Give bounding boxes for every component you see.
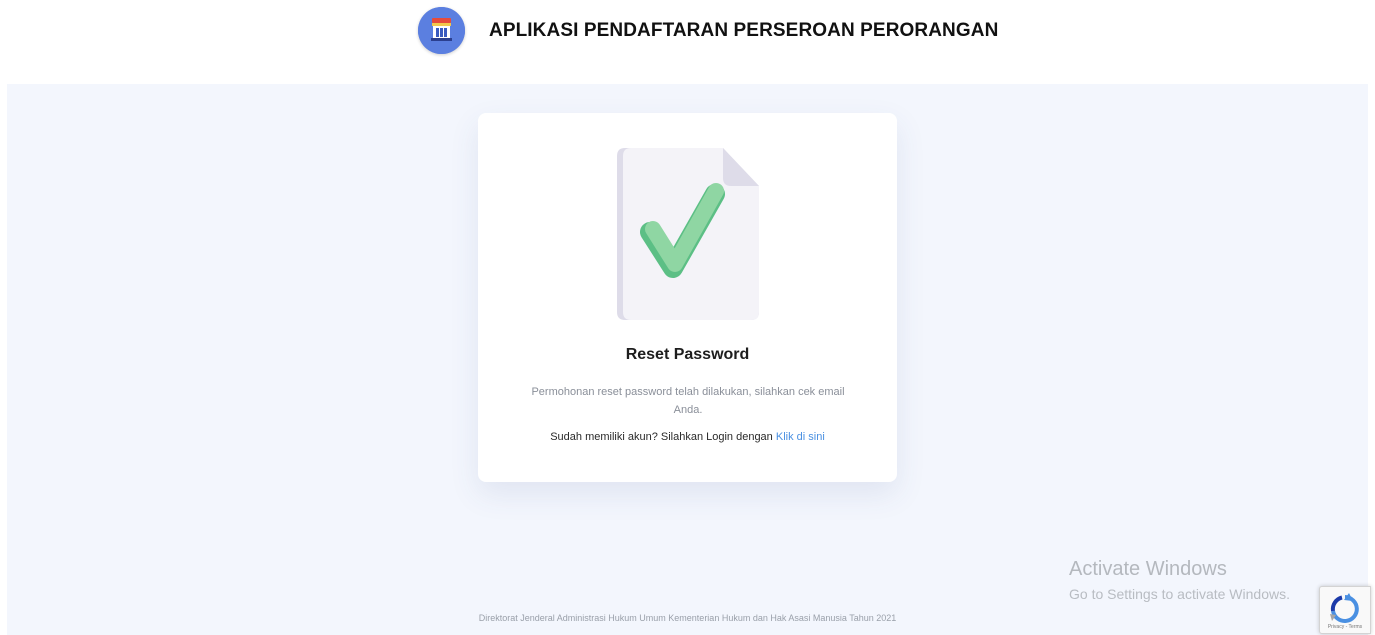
windows-activation-title: Activate Windows bbox=[1069, 558, 1227, 580]
login-prompt-text: Sudah memiliki akun? Silahkan Login deng… bbox=[550, 431, 773, 443]
top-bar: APLIKASI PENDAFTARAN PERSEROAN PERORANGA… bbox=[0, 0, 1375, 84]
app-logo bbox=[418, 7, 465, 54]
ministry-emblem-icon bbox=[418, 7, 465, 54]
page-title: Reset Password bbox=[625, 346, 750, 363]
recaptcha-icon bbox=[1330, 593, 1359, 623]
recaptcha-badge[interactable]: Privacy - Terms bbox=[1319, 586, 1371, 634]
status-message: Permohonan reset password telah dilakuka… bbox=[531, 386, 845, 416]
document-check-icon bbox=[615, 146, 761, 322]
login-link[interactable]: Klik di sini bbox=[776, 431, 825, 443]
recaptcha-terms: Privacy - Terms bbox=[1327, 624, 1363, 630]
login-prompt-line: Sudah memiliki akun? Silahkan Login deng… bbox=[478, 431, 897, 443]
windows-activation-subtitle: Go to Settings to activate Windows. bbox=[1069, 586, 1290, 602]
app-title: APLIKASI PENDAFTARAN PERSEROAN PERORANGA… bbox=[489, 20, 999, 41]
footer-text: Direktorat Jenderal Administrasi Hukum U… bbox=[478, 613, 897, 623]
